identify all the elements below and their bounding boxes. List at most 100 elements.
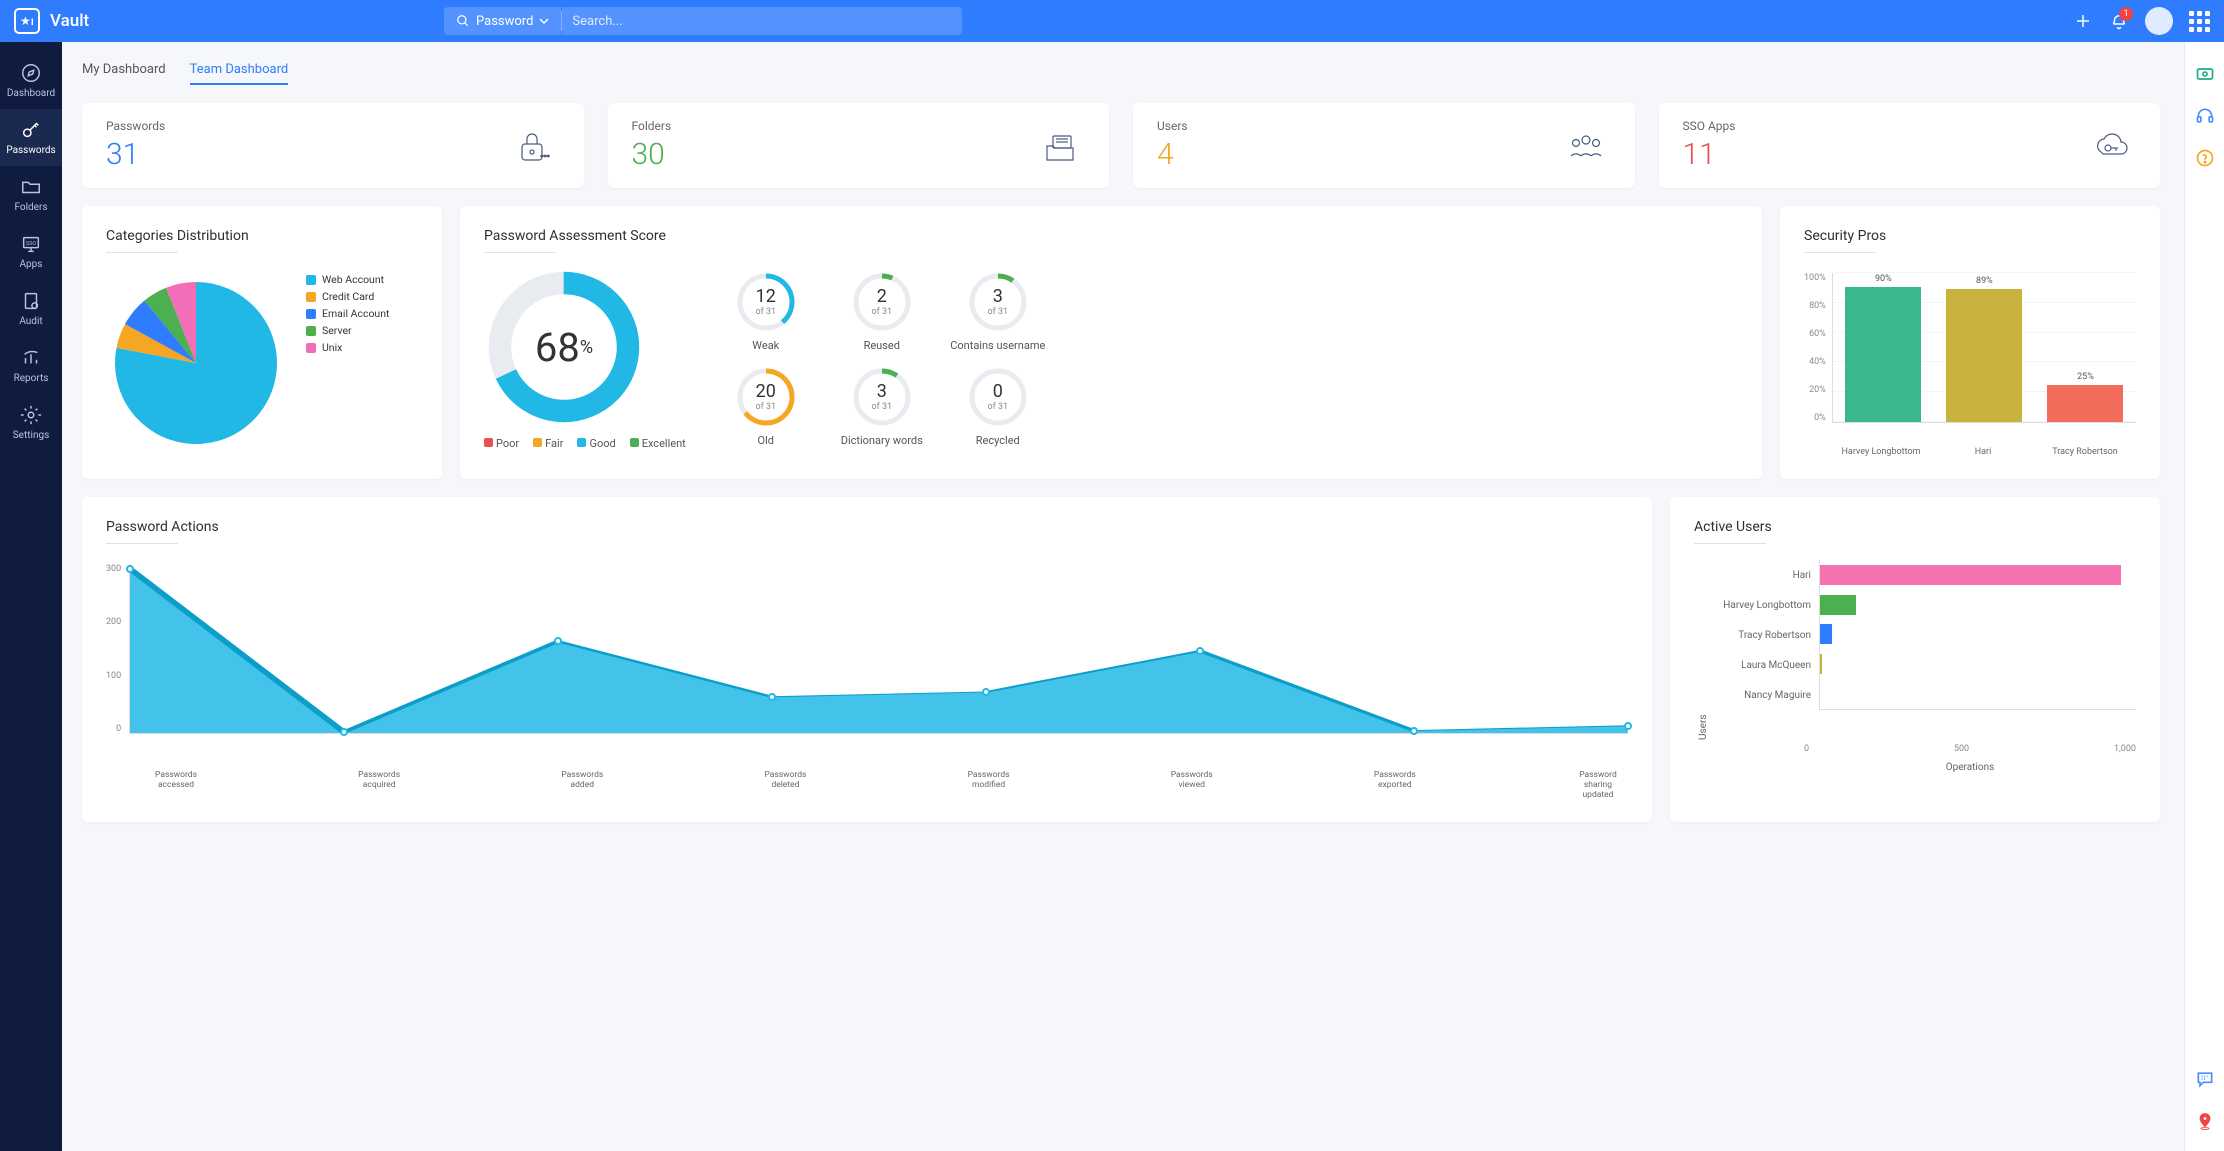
main-content: My Dashboard Team Dashboard Passwords31 … [62, 42, 2184, 1151]
compass-icon [20, 62, 42, 84]
bar[interactable]: 89% [1944, 276, 2024, 423]
sidenav: Dashboard Passwords Folders SSOApps Audi… [0, 42, 62, 1151]
legend-item: Excellent [630, 437, 686, 450]
users-icon [1561, 126, 1611, 166]
sidenav-folders[interactable]: Folders [0, 166, 62, 223]
legend-item: Good [577, 437, 615, 450]
stat-sso[interactable]: SSO Apps11 [1659, 103, 2161, 188]
card-title: Categories Distribution [106, 228, 418, 253]
data-point[interactable] [1624, 722, 1632, 730]
y-axis-label: Users [1694, 560, 1709, 740]
lock-icon [510, 126, 560, 166]
monitor-icon: SSO [20, 233, 42, 255]
metric-contains username[interactable]: 3of 31Contains username [948, 271, 1048, 352]
legend-item: Unix [306, 341, 389, 354]
card-security-pros: Security Pros 100%80%60%40%20%0% 90% 89% 2… [1780, 206, 2160, 479]
data-point[interactable] [982, 688, 990, 696]
card-categories: Categories Distribution Web Account Credi… [82, 206, 442, 479]
actions-y-axis: 3002001000 [106, 564, 129, 734]
sidenav-audit[interactable]: Audit [0, 280, 62, 337]
data-point[interactable] [340, 728, 348, 736]
brand: ★ı Vault [14, 8, 444, 34]
stat-passwords[interactable]: Passwords31 [82, 103, 584, 188]
hbar[interactable] [1820, 654, 1822, 674]
pros-y-axis: 100%80%60%40%20%0% [1804, 273, 1832, 423]
stat-users[interactable]: Users4 [1133, 103, 1635, 188]
hbar[interactable] [1820, 565, 2121, 585]
metric-old[interactable]: 20of 31Old [716, 366, 816, 447]
app-switcher-button[interactable] [2189, 11, 2210, 32]
notification-badge: 1 [2119, 7, 2133, 21]
data-point[interactable] [554, 637, 562, 645]
legend-item: Credit Card [306, 290, 389, 303]
score-donut: 68% [484, 267, 644, 427]
card-assessment: Password Assessment Score 68% Poor Fair Go… [460, 206, 1762, 479]
card-title: Password Assessment Score [484, 228, 1738, 253]
search-wrap: Password [444, 7, 962, 35]
profile-avatar[interactable] [2145, 7, 2173, 35]
folder-stack-icon [1035, 126, 1085, 166]
data-point[interactable] [1410, 727, 1418, 735]
key-icon [20, 119, 42, 141]
bar[interactable]: 90% [1843, 274, 1923, 422]
stat-folders[interactable]: Folders30 [608, 103, 1110, 188]
sidenav-apps[interactable]: SSOApps [0, 223, 62, 280]
dashboard-tabs: My Dashboard Team Dashboard [82, 62, 2160, 85]
search-category-dropdown[interactable]: Password [444, 7, 561, 35]
data-point[interactable] [1196, 647, 1204, 655]
tab-my-dashboard[interactable]: My Dashboard [82, 62, 166, 85]
chevron-down-icon [539, 16, 549, 26]
location-icon[interactable] [2195, 1111, 2215, 1131]
legend-item: Web Account [306, 273, 389, 286]
search-category-label: Password [476, 14, 533, 29]
bar[interactable]: 25% [2045, 372, 2125, 423]
add-button[interactable] [2073, 11, 2093, 31]
sidenav-passwords[interactable]: Passwords [0, 109, 62, 166]
chat-icon[interactable] [2195, 1069, 2215, 1089]
hbar[interactable] [1820, 595, 1856, 615]
chart-icon [20, 347, 42, 369]
pros-x-labels: Harvey LongbottomHariTracy Robertson [1830, 447, 2136, 457]
notifications-button[interactable]: 1 [2109, 11, 2129, 31]
right-rail [2184, 42, 2224, 1151]
sidenav-settings[interactable]: Settings [0, 394, 62, 451]
sidenav-dashboard[interactable]: Dashboard [0, 52, 62, 109]
data-point[interactable] [126, 565, 134, 573]
folder-icon [20, 176, 42, 198]
cloud-key-icon [2086, 126, 2136, 166]
metric-reused[interactable]: 2of 31Reused [832, 271, 932, 352]
pros-bars: 90% 89% 25% [1832, 273, 2136, 423]
card-password-actions: Password Actions 3002001000 Passwordsacc… [82, 497, 1652, 822]
active-users-y-labels: HariHarvey LongbottomTracy RobertsonLaur… [1709, 560, 1819, 710]
metric-recycled[interactable]: 0of 31Recycled [948, 366, 1048, 447]
legend-item: Email Account [306, 307, 389, 320]
card-active-users: Active Users Users HariHarvey Longbottom… [1670, 497, 2160, 822]
x-axis-label: Operations [1804, 762, 2136, 773]
gear-icon [20, 404, 42, 426]
help-icon[interactable] [2195, 148, 2215, 168]
sidenav-reports[interactable]: Reports [0, 337, 62, 394]
legend-item: Poor [484, 437, 519, 450]
brand-name: Vault [50, 11, 89, 31]
categories-pie-chart [106, 273, 286, 453]
card-title: Security Pros [1804, 228, 2136, 253]
payment-icon[interactable] [2195, 64, 2215, 84]
card-title: Password Actions [106, 519, 1628, 544]
assessment-legend: Poor Fair Good Excellent [484, 437, 686, 450]
search-icon [456, 14, 470, 28]
active-users-bars [1819, 560, 2136, 710]
top-right-actions: 1 [2073, 7, 2210, 35]
vault-logo-icon: ★ı [14, 8, 40, 34]
legend-item: Fair [533, 437, 563, 450]
actions-x-labels: PasswordsaccessedPasswordsacquiredPasswo… [146, 770, 1628, 800]
metric-weak[interactable]: 12of 31Weak [716, 271, 816, 352]
data-point[interactable] [768, 693, 776, 701]
topbar: ★ı Vault Password 1 [0, 0, 2224, 42]
tab-team-dashboard[interactable]: Team Dashboard [190, 62, 289, 85]
headset-icon[interactable] [2195, 106, 2215, 126]
metric-dictionary words[interactable]: 3of 31Dictionary words [832, 366, 932, 447]
legend-item: Server [306, 324, 389, 337]
search-input[interactable] [562, 7, 962, 35]
svg-text:SSO: SSO [26, 241, 37, 247]
hbar[interactable] [1820, 624, 1832, 644]
